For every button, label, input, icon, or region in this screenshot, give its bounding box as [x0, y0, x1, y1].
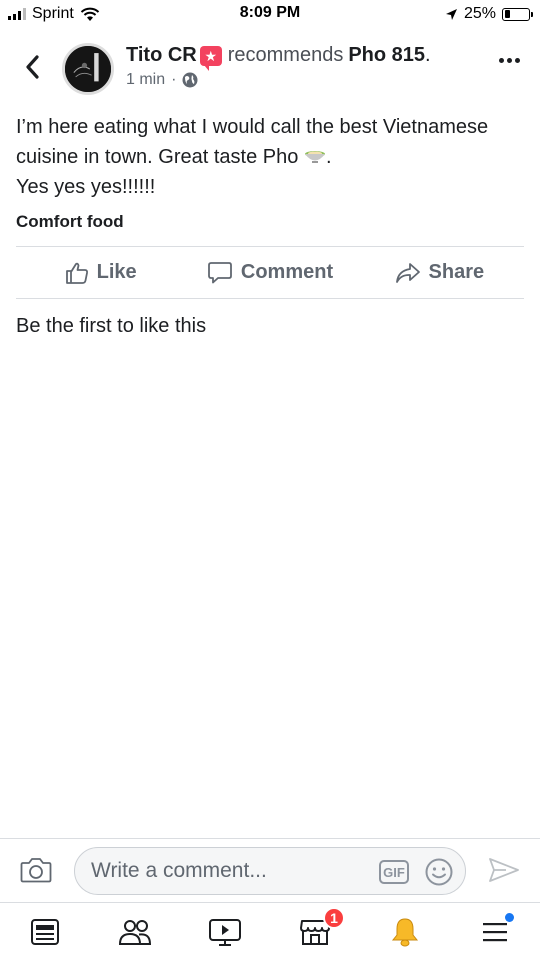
- tab-friends[interactable]: [90, 903, 180, 960]
- globe-icon: [182, 72, 198, 88]
- comment-button[interactable]: Comment: [185, 247, 354, 298]
- tab-menu[interactable]: [450, 903, 540, 960]
- post-text-line-2: cuisine in town. Great taste Pho .: [16, 142, 526, 172]
- divider: [16, 298, 524, 299]
- page-name-link[interactable]: Pho 815: [348, 44, 425, 67]
- tab-news-feed[interactable]: [0, 903, 90, 960]
- action-bar: Like Comment Share: [16, 247, 524, 298]
- comment-label: Comment: [240, 261, 334, 283]
- post-text-line-content: cuisine in town. Great taste Pho: [16, 146, 299, 168]
- emoji-suffix: .: [325, 146, 332, 168]
- bottom-tab-bar: 1: [0, 902, 540, 960]
- more-dot: [507, 58, 512, 63]
- friends-icon: [118, 919, 152, 945]
- meta-separator: ·: [171, 71, 177, 88]
- send-button[interactable]: [488, 856, 520, 889]
- tab-notifications[interactable]: [360, 903, 450, 960]
- back-button[interactable]: [18, 52, 46, 82]
- comment-icon: [207, 261, 232, 283]
- more-options-button[interactable]: [499, 58, 520, 63]
- like-button[interactable]: Like: [16, 247, 185, 298]
- share-button[interactable]: Share: [355, 247, 524, 298]
- share-label: Share: [428, 261, 485, 283]
- tab-watch[interactable]: [180, 903, 270, 960]
- battery-icon: [502, 7, 533, 21]
- send-icon: [489, 858, 519, 882]
- post-tag[interactable]: Comfort food: [16, 212, 124, 232]
- avatar[interactable]: [62, 43, 114, 95]
- status-right: 25%: [445, 5, 533, 23]
- bell-icon: [391, 917, 419, 946]
- avatar-image: [65, 46, 111, 92]
- notification-badge: 1: [323, 907, 345, 929]
- more-dot: [515, 58, 520, 63]
- thumbs-up-icon: [65, 262, 88, 284]
- comment-input[interactable]: [75, 848, 375, 894]
- status-bar: Sprint 8:09 PM 25%: [0, 0, 540, 30]
- post-text-line: Yes yes yes!!!!!!: [16, 176, 156, 198]
- smiley-icon: [425, 858, 453, 886]
- post-title: Tito CR ★ recommends Pho 815.: [126, 44, 431, 71]
- gif-button[interactable]: GIF: [379, 860, 409, 884]
- reactions-summary: Be the first to like this: [16, 315, 207, 337]
- post-meta: 1 min ·: [126, 71, 198, 89]
- watch-video-icon: [209, 918, 241, 946]
- post-text: I’m here eating what I would call the be…: [16, 112, 526, 202]
- camera-icon: [20, 858, 52, 883]
- comment-composer: GIF: [0, 838, 540, 902]
- post-timestamp[interactable]: 1 min: [126, 71, 165, 89]
- battery-percent: 25%: [463, 5, 496, 22]
- post-header: Tito CR ★ recommends Pho 815. 1 min ·: [0, 38, 540, 104]
- comment-input-wrapper: GIF: [74, 847, 466, 895]
- author-name[interactable]: Tito CR: [126, 44, 197, 67]
- chevron-left-icon: [26, 55, 39, 79]
- battery-fill: [504, 10, 511, 18]
- recommend-icon: ★: [199, 45, 222, 71]
- news-feed-icon: [31, 918, 59, 945]
- camera-button[interactable]: [20, 856, 52, 889]
- share-icon: [395, 262, 420, 283]
- pho-bowl-icon: [304, 151, 325, 163]
- post-text-line: I’m here eating what I would call the be…: [16, 116, 489, 138]
- hamburger-menu-icon: [483, 922, 507, 941]
- like-label: Like: [96, 261, 137, 283]
- recommend-text: recommends: [227, 44, 344, 66]
- tab-marketplace[interactable]: 1: [270, 903, 360, 960]
- page-suffix: .: [425, 44, 431, 66]
- more-dot: [499, 58, 504, 63]
- emoji-button[interactable]: [424, 857, 454, 892]
- menu-new-indicator: [505, 913, 514, 922]
- location-arrow-icon: [445, 8, 457, 20]
